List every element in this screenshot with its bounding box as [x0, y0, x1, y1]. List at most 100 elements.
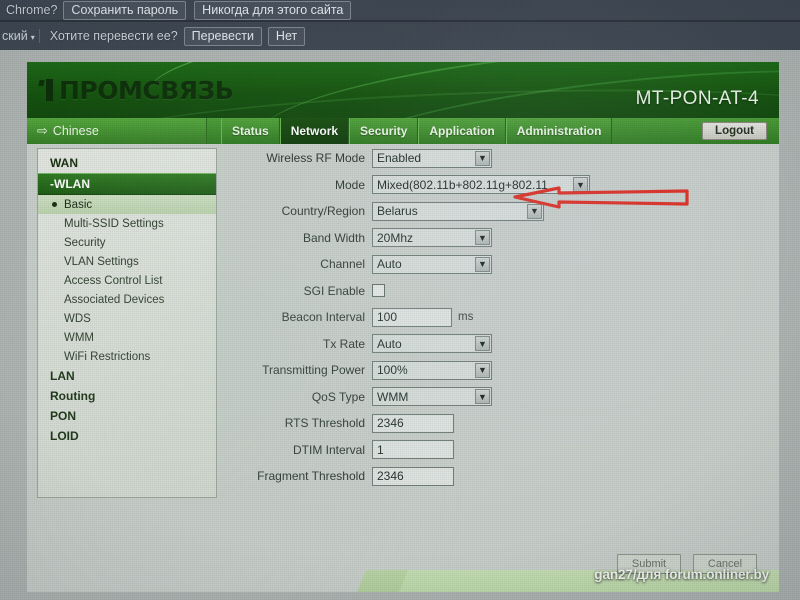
tab-status[interactable]: Status	[221, 118, 280, 144]
field-value: WMM	[377, 389, 409, 404]
page-footer: Submit Cancel gan27/для forum.onliner.by	[27, 540, 779, 592]
field-tx-rate: Tx Rate Auto ▼	[227, 334, 767, 354]
dtim-interval-input[interactable]: 1	[372, 440, 454, 459]
sidebar-item-lan[interactable]: LAN	[38, 366, 216, 386]
fragment-threshold-input[interactable]: 2346	[372, 466, 454, 486]
wireless-rf-mode-select[interactable]: Enabled ▼	[372, 148, 492, 168]
qos-type-select[interactable]: WMM ▼	[372, 387, 492, 406]
channel-select[interactable]: Auto ▼	[372, 254, 492, 274]
chevron-down-icon: ▼	[527, 203, 542, 219]
field-label: Fragment Threshold	[257, 469, 365, 483]
translate-button[interactable]: Перевести	[183, 26, 262, 46]
sgi-enable-checkbox[interactable]	[372, 284, 385, 297]
arrow-right-icon: ⇨	[37, 123, 48, 138]
device-model: MT-PON-AT-4	[635, 88, 759, 109]
beacon-interval-input[interactable]: 100	[372, 307, 452, 327]
logout-container: Logout	[702, 118, 779, 144]
nav-filler	[612, 118, 702, 144]
sidebar-item-wmm[interactable]: WMM	[38, 328, 216, 347]
sidebar-menu: WAN -WLAN Basic Multi-SSID Settings Secu…	[37, 148, 217, 498]
page-body: WAN -WLAN Basic Multi-SSID Settings Secu…	[27, 144, 779, 592]
field-value: 100	[377, 310, 398, 324]
sidebar-item-pon[interactable]: PON	[38, 406, 216, 426]
field-rts-threshold: RTS Threshold 2346	[227, 413, 767, 433]
sidebar-item-multi-ssid-settings[interactable]: Multi-SSID Settings	[38, 214, 216, 233]
sidebar-item-loid[interactable]: LOID	[38, 426, 216, 446]
router-admin-page: ПРОМСВЯЗЬ MT-PON-AT-4 ⇨ Chinese Status N…	[27, 62, 779, 592]
chevron-down-icon: ▾	[30, 33, 35, 42]
field-band-width: Band Width 20Mhz ▼	[227, 228, 767, 248]
field-value: Mixed(802.11b+802.11g+802.11	[377, 177, 548, 192]
field-label: QoS Type	[311, 389, 365, 404]
screen-photo: Chrome? Сохранить пароль Никогда для это…	[0, 0, 800, 600]
tab-application[interactable]: Application	[418, 118, 506, 144]
chevron-down-icon: ▼	[475, 150, 490, 166]
forum-watermark: gan27/для forum.onliner.by	[594, 567, 769, 582]
never-for-this-site-button[interactable]: Никогда для этого сайта	[194, 0, 352, 20]
sidebar-item-basic[interactable]: Basic	[38, 195, 216, 214]
sidebar-item-routing[interactable]: Routing	[38, 386, 216, 406]
field-label: DTIM Interval	[292, 442, 365, 457]
password-save-bar: Chrome? Сохранить пароль Никогда для это…	[0, 0, 800, 20]
translate-language-select[interactable]: ский ▾	[0, 29, 40, 43]
beacon-interval-unit: ms	[458, 311, 474, 323]
field-beacon-interval: Beacon Interval 100 ms	[227, 307, 767, 327]
language-switch-chinese[interactable]: ⇨ Chinese	[27, 118, 207, 144]
sidebar-item-wds[interactable]: WDS	[38, 309, 216, 328]
translate-language-label: ский	[2, 29, 28, 43]
field-dtim-interval: DTIM Interval 1	[227, 440, 767, 460]
sidebar-item-security[interactable]: Security	[38, 233, 216, 252]
chevron-down-icon: ▼	[475, 336, 490, 351]
field-sgi-enable: SGI Enable	[227, 281, 767, 301]
brand-name: ПРОМСВЯЗЬ	[59, 75, 234, 105]
sidebar-item-associated-devices[interactable]: Associated Devices	[38, 290, 216, 309]
rts-threshold-input[interactable]: 2346	[372, 413, 454, 433]
field-label: Band Width	[302, 230, 365, 245]
password-bar-prompt: Chrome?	[6, 3, 58, 17]
chevron-down-icon: ▼	[475, 362, 490, 378]
country-region-select[interactable]: Belarus ▼	[372, 201, 544, 221]
field-label: Mode	[334, 177, 365, 192]
field-label: RTS Threshold	[284, 416, 365, 430]
sidebar-item-vlan-settings[interactable]: VLAN Settings	[38, 252, 216, 271]
field-mode: Mode Mixed(802.11b+802.11g+802.11 ▼	[227, 175, 767, 195]
logout-button[interactable]: Logout	[702, 122, 767, 140]
wlan-basic-form: Wireless RF Mode Enabled ▼ Mode Mixed(80…	[227, 148, 767, 588]
tab-security[interactable]: Security	[349, 118, 419, 144]
main-navigation: ⇨ Chinese Status Network Security Applic…	[27, 118, 779, 144]
field-value: Auto	[377, 336, 402, 351]
mode-select[interactable]: Mixed(802.11b+802.11g+802.11 ▼	[372, 175, 590, 194]
sidebar-item-wan[interactable]: WAN	[38, 153, 216, 173]
field-label: Channel	[320, 257, 365, 271]
sidebar-item-wlan[interactable]: -WLAN	[38, 173, 216, 195]
tx-rate-select[interactable]: Auto ▼	[372, 334, 492, 353]
field-value: Auto	[377, 257, 402, 271]
field-label: Beacon Interval	[281, 310, 365, 324]
chevron-down-icon: ▼	[475, 256, 490, 272]
field-label: SGI Enable	[303, 283, 365, 298]
field-value: Belarus	[377, 204, 418, 218]
field-value: 20Mhz	[377, 230, 414, 245]
sidebar-item-access-control-list[interactable]: Access Control List	[38, 271, 216, 290]
translate-no-button[interactable]: Нет	[267, 26, 306, 46]
field-qos-type: QoS Type WMM ▼	[227, 387, 767, 407]
field-country-region: Country/Region Belarus ▼	[227, 201, 767, 221]
band-width-select[interactable]: 20Mhz ▼	[372, 228, 492, 247]
tab-network[interactable]: Network	[279, 118, 350, 144]
field-label: Country/Region	[281, 204, 365, 218]
translate-bar: ский ▾ Хотите перевести ее? Перевести Нет	[0, 22, 800, 50]
tab-administration[interactable]: Administration	[505, 118, 613, 144]
transmitting-power-select[interactable]: 100% ▼	[372, 360, 492, 380]
field-label: Transmitting Power	[262, 363, 365, 377]
field-value: 2346	[377, 469, 404, 483]
field-channel: Channel Auto ▼	[227, 254, 767, 274]
brand-logo: ПРОМСВЯЗЬ	[39, 74, 234, 106]
field-value: Enabled	[377, 151, 422, 165]
chevron-down-icon: ▼	[573, 177, 588, 192]
sidebar-item-wifi-restrictions[interactable]: WiFi Restrictions	[38, 347, 216, 366]
field-value: 100%	[377, 363, 408, 377]
language-switch-label: Chinese	[52, 124, 99, 138]
save-password-button[interactable]: Сохранить пароль	[63, 0, 187, 20]
field-wireless-rf-mode: Wireless RF Mode Enabled ▼	[227, 148, 767, 168]
